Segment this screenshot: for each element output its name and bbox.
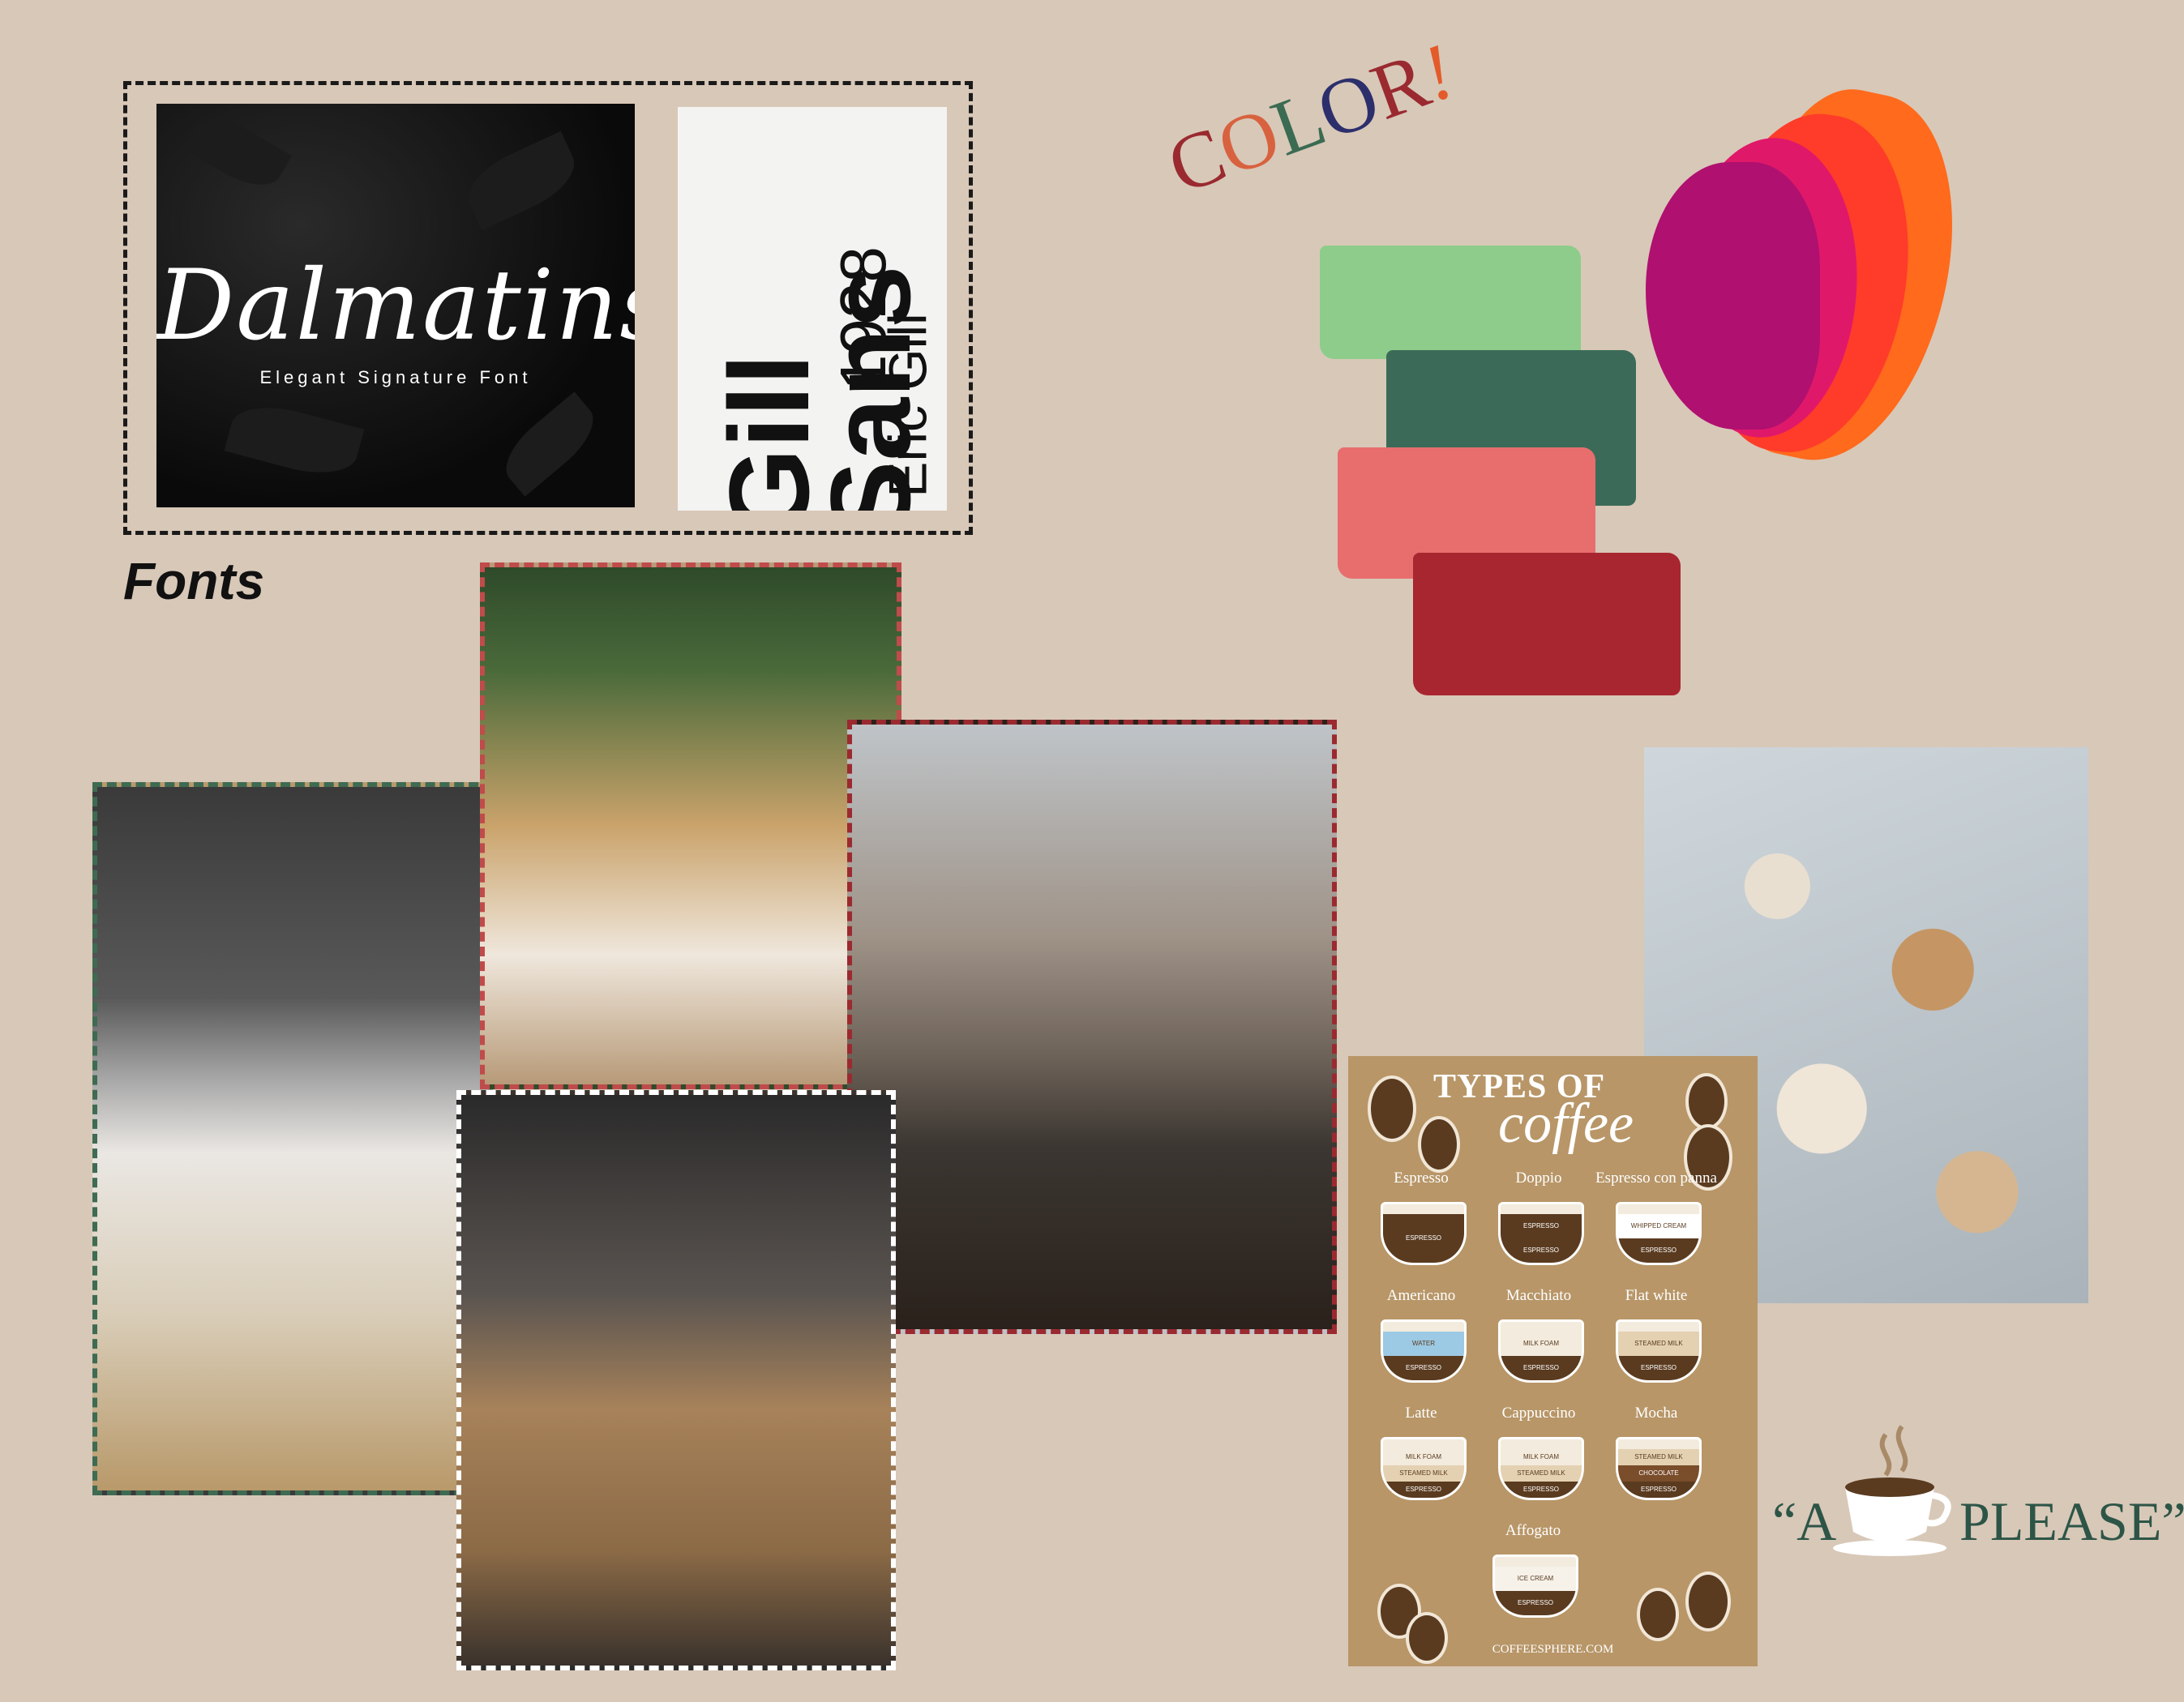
gill-title-line1: Gill	[705, 353, 833, 511]
coffee-bean-icon	[1371, 1079, 1413, 1139]
photo-woman-with-croissant	[92, 782, 493, 1495]
tagline-left: “A	[1772, 1490, 1837, 1552]
poster-coffee-name: Affogato	[1505, 1522, 1561, 1539]
poster-cup-layer: WATER	[1383, 1332, 1464, 1356]
poster-coffee-cup: ESPRESSO ESPRESSO	[1498, 1202, 1584, 1265]
coffee-cup-icon	[1829, 1418, 1959, 1564]
poster-cup-layer: STEAMED MILK	[1618, 1449, 1699, 1465]
poster-cup-layer: ESPRESSO	[1501, 1214, 1582, 1238]
poster-coffee-cup: STEAMED MILK CHOCOLATE ESPRESSO	[1616, 1437, 1702, 1500]
poster-cup-layer: ESPRESSO	[1495, 1591, 1576, 1615]
poster-cup-layer: MILK FOAM	[1501, 1332, 1582, 1356]
types-of-coffee-poster: TYPES OF coffee Espresso ESPRESSO Doppio ES…	[1348, 1056, 1758, 1666]
coffee-bean-icon	[1689, 1076, 1724, 1127]
poster-coffee-name: Latte	[1405, 1405, 1437, 1422]
poster-cup-layer: MILK FOAM	[1501, 1449, 1582, 1465]
poster-cup-layer: ESPRESSO	[1501, 1238, 1582, 1263]
poster-cup-layer: STEAMED MILK	[1618, 1332, 1699, 1356]
poster-coffee-name: Mocha	[1634, 1405, 1678, 1422]
poster-coffee-name: Doppio	[1515, 1170, 1562, 1187]
poster-cup-layer: ESPRESSO	[1501, 1482, 1582, 1498]
fonts-label: Fonts	[123, 552, 265, 610]
photo-cafe-interior	[480, 562, 901, 1089]
photo-coffee-takeaway-box	[456, 1090, 896, 1670]
swatch-orange	[1646, 162, 1820, 430]
poster-cup-layer: CHOCOLATE	[1618, 1465, 1699, 1482]
photo-rainy-street-window	[847, 720, 1337, 1334]
coffee-bean-icon	[1421, 1119, 1457, 1170]
poster-coffee-name: Americano	[1386, 1287, 1456, 1304]
poster-cup-layer: ESPRESSO	[1618, 1238, 1699, 1263]
poster-coffee-cup: MILK FOAM STEAMED MILK ESPRESSO	[1381, 1437, 1467, 1500]
poster-cup-layer: STEAMED MILK	[1383, 1465, 1464, 1482]
poster-coffee-name: Espresso con panna	[1595, 1170, 1717, 1187]
poster-cup-layer: ESPRESSO	[1383, 1482, 1464, 1498]
coffee-bean-icon	[1640, 1591, 1676, 1638]
poster-cup-layer: MILK FOAM	[1383, 1449, 1464, 1465]
poster-coffee-name: Cappuccino	[1501, 1405, 1576, 1422]
poster-coffee-cup: MILK FOAM STEAMED MILK ESPRESSO	[1498, 1437, 1584, 1500]
dalmatins-subtitle: Elegant Signature Font	[259, 367, 532, 387]
poster-coffee-name: Flat white	[1625, 1287, 1688, 1304]
poster-cup-layer: ESPRESSO	[1618, 1356, 1699, 1380]
poster-cup-layer: ESPRESSO	[1618, 1482, 1699, 1498]
dalmatins-font-sample: Dalmatins Elegant Signature Font	[156, 104, 635, 507]
gill-sans-font-sample: Gill Sans 1928 Eric Gill	[678, 107, 947, 511]
tagline-right: PLEASE”	[1959, 1490, 2184, 1552]
poster-cup-layer: ESPRESSO	[1383, 1356, 1464, 1380]
swatch-crimson	[1413, 553, 1681, 695]
color-heading: COLOR!	[1157, 26, 1466, 212]
swatch-light-green	[1320, 246, 1581, 359]
poster-cup-layer: STEAMED MILK	[1501, 1465, 1582, 1482]
poster-coffee-name: Espresso	[1394, 1170, 1449, 1187]
poster-coffee-cup: MILK FOAM ESPRESSO	[1498, 1319, 1584, 1383]
poster-coffee-cup: WATER ESPRESSO	[1381, 1319, 1467, 1383]
coffee-bean-icon	[1689, 1575, 1728, 1628]
poster-cup-layer: ESPRESSO	[1501, 1356, 1582, 1380]
poster-title-line2: coffee	[1498, 1093, 1634, 1155]
poster-coffee-cup: WHIPPED CREAM ESPRESSO	[1616, 1202, 1702, 1265]
poster-cup-layer: WHIPPED CREAM	[1618, 1214, 1699, 1238]
poster-footer: COFFEESPHERE.COM	[1492, 1643, 1614, 1656]
poster-cup-layer: ESPRESSO	[1383, 1214, 1464, 1263]
poster-coffee-cup: ESPRESSO	[1381, 1202, 1467, 1265]
poster-cup-layer: ICE CREAM	[1495, 1567, 1576, 1591]
poster-coffee-cup: ICE CREAM ESPRESSO	[1492, 1554, 1578, 1618]
poster-coffee-name: Macchiato	[1505, 1287, 1572, 1304]
dalmatins-title: Dalmatins	[156, 250, 635, 362]
poster-coffee-cup: STEAMED MILK ESPRESSO	[1616, 1319, 1702, 1383]
gill-author: Eric Gill	[877, 313, 938, 498]
